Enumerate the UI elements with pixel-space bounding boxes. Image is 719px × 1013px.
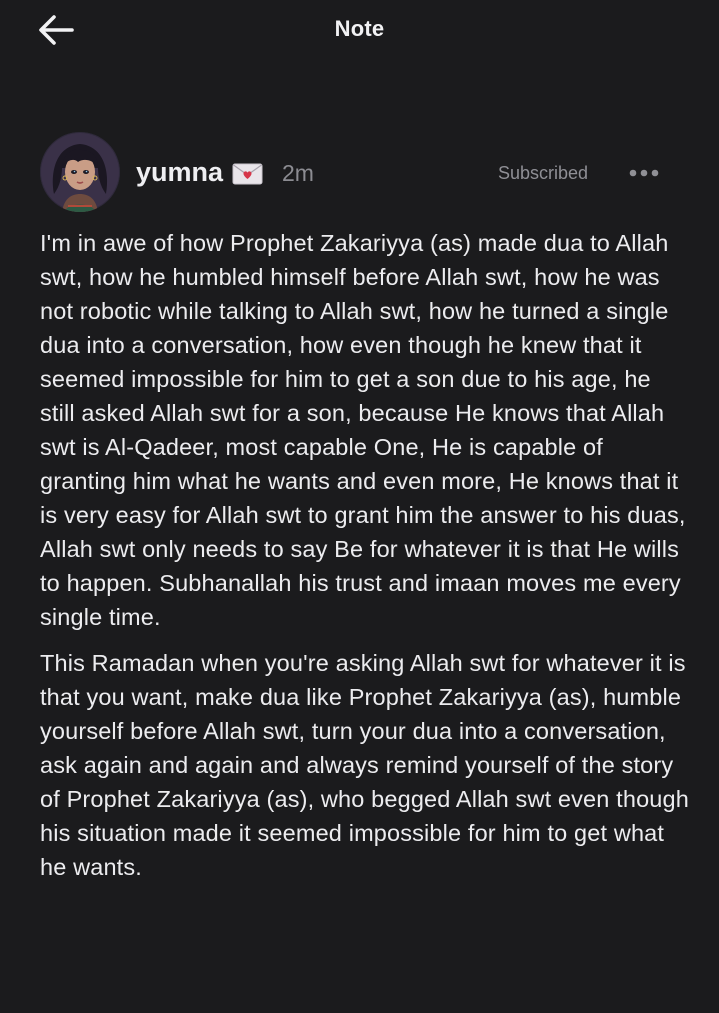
timestamp: 2m xyxy=(282,160,314,186)
love-letter-icon xyxy=(232,163,263,185)
author-row: yumna 2m Subscribed xyxy=(40,132,680,214)
note-body: I'm in awe of how Prophet Zakariyya (as)… xyxy=(40,226,690,896)
more-options-button[interactable] xyxy=(625,162,665,184)
avatar[interactable] xyxy=(40,132,120,212)
more-horizontal-icon xyxy=(629,169,659,177)
subscribed-button[interactable]: Subscribed xyxy=(498,163,588,184)
note-paragraph: This Ramadan when you're asking Allah sw… xyxy=(40,650,689,880)
author-name[interactable]: yumna xyxy=(136,157,223,188)
note-paragraph: I'm in awe of how Prophet Zakariyya (as)… xyxy=(40,230,686,630)
top-bar: Note xyxy=(0,0,719,62)
page-title: Note xyxy=(334,16,385,41)
